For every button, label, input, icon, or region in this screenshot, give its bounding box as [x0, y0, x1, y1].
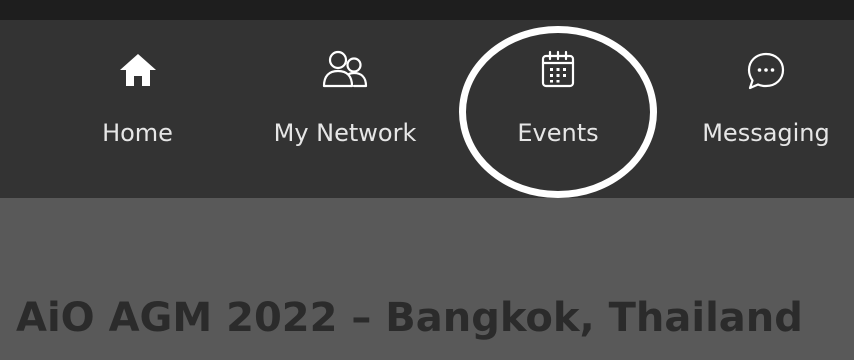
top-strip: [0, 0, 854, 20]
nav-label-my-network: My Network: [273, 119, 417, 147]
event-content: AiO AGM 2022 – Bangkok, Thailand: [0, 198, 854, 360]
home-icon: [113, 46, 163, 96]
nav-item-messaging[interactable]: Messaging: [678, 46, 854, 166]
nav-label-home: Home: [102, 119, 173, 147]
nav-item-events[interactable]: Events: [495, 46, 621, 166]
chat-bubble-icon: [741, 46, 791, 96]
page: Home My Network Events Messaging AiO AGM…: [0, 0, 854, 360]
calendar-icon: [533, 46, 583, 96]
nav-label-messaging: Messaging: [702, 119, 830, 147]
main-navbar: Home My Network Events Messaging: [0, 20, 854, 198]
nav-label-events: Events: [517, 119, 599, 147]
event-title: AiO AGM 2022 – Bangkok, Thailand: [16, 295, 803, 341]
people-icon: [320, 46, 370, 96]
nav-item-home[interactable]: Home: [80, 46, 195, 166]
nav-item-my-network[interactable]: My Network: [250, 46, 440, 166]
